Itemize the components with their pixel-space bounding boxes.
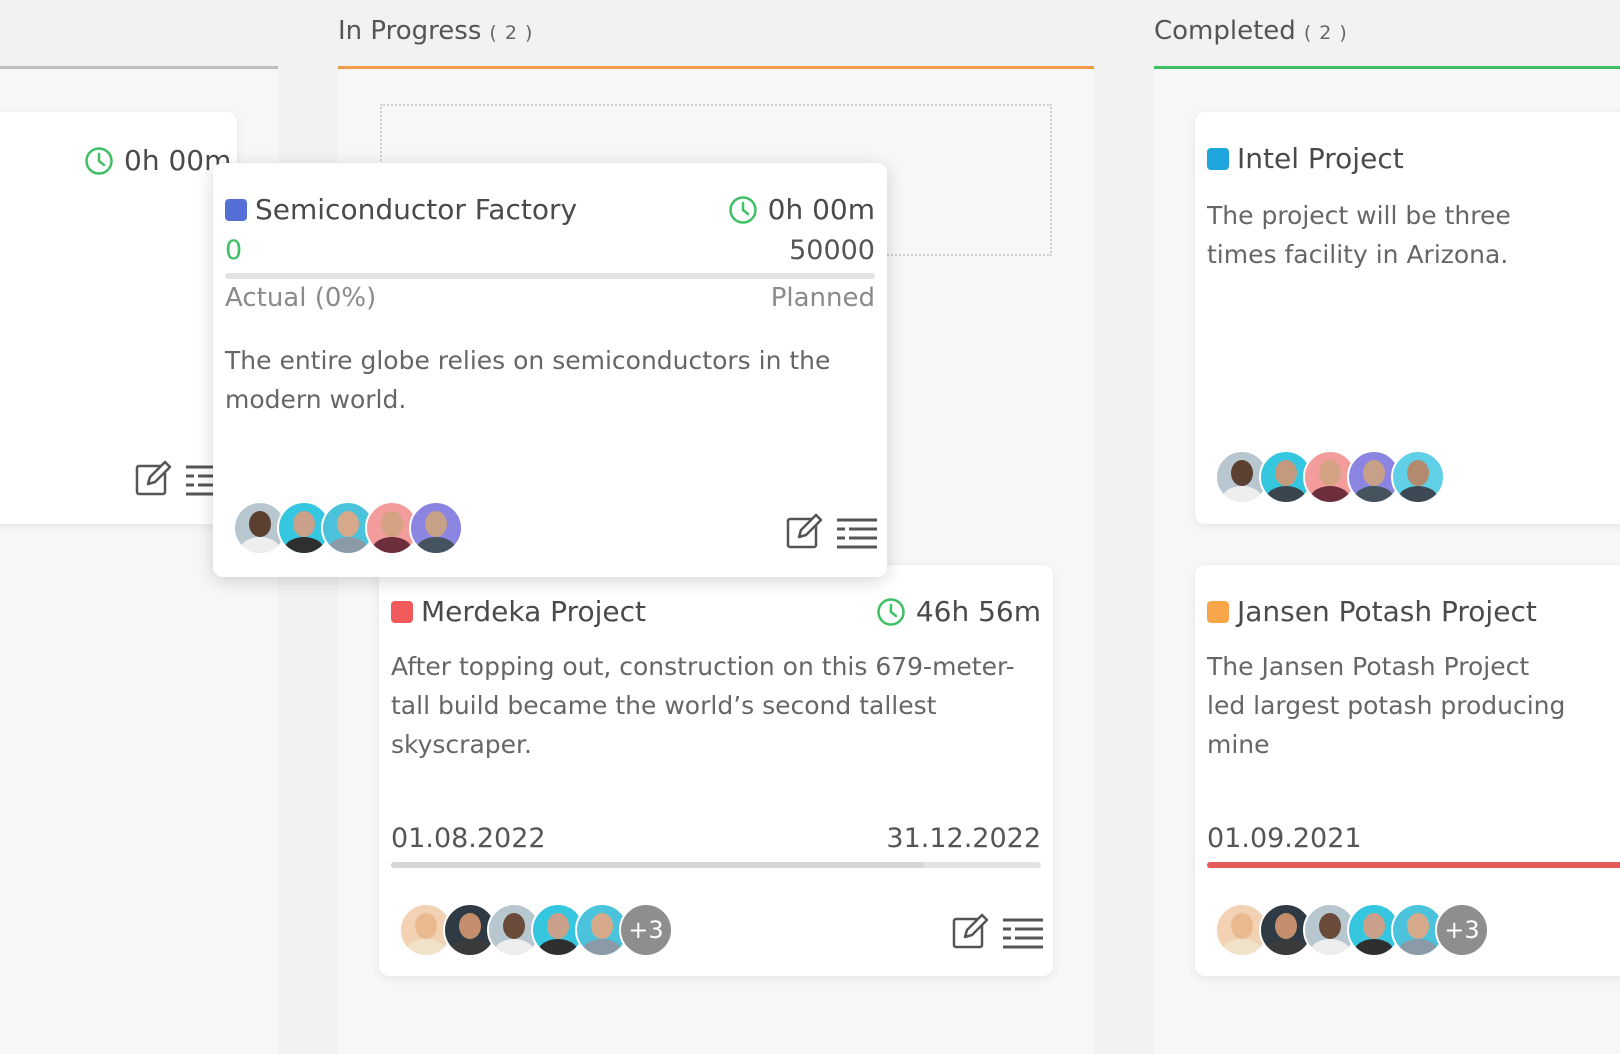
card-title: Merdeka Project (391, 595, 646, 628)
clock-icon (85, 147, 113, 175)
timeline-bar (391, 862, 1041, 868)
project-color-swatch (391, 601, 413, 623)
column-title: Completed (1154, 16, 1296, 46)
column-underline-completed (1154, 66, 1620, 69)
column-header-completed: Completed ( 2 ) (1154, 16, 1348, 68)
column-count: ( 2 ) (489, 22, 534, 44)
clock-icon (728, 196, 757, 224)
avatar[interactable] (1391, 450, 1445, 504)
budget-bar (225, 273, 875, 279)
card-description: The project will be three times facility… (1207, 201, 1511, 269)
edit-icon[interactable] (134, 460, 172, 498)
project-card-dragging[interactable]: Semiconductor Factory 0h 00m 0 50000 Act… (213, 163, 887, 577)
avatar[interactable] (409, 501, 463, 555)
project-color-swatch (1207, 601, 1229, 623)
timeline-fill (1207, 862, 1620, 868)
assignee-avatars (233, 501, 493, 557)
list-icon[interactable] (1003, 917, 1043, 951)
assignee-avatars: +3 (1215, 903, 1515, 959)
timeline-fill (391, 862, 924, 868)
list-icon[interactable] (837, 517, 877, 551)
planned-value: 50000 (789, 235, 875, 266)
column-count: ( 2 ) (1303, 22, 1348, 44)
start-date: 01.08.2022 (391, 823, 546, 854)
column-underline-in-progress (338, 66, 1094, 69)
project-card-intel[interactable]: Intel Project The project will be three … (1195, 112, 1620, 524)
timeline-bar (1207, 862, 1620, 868)
card-title: Jansen Potash Project (1207, 595, 1537, 628)
project-card-left[interactable]: 0h 00m (0, 112, 237, 524)
time-tracked: 0h 00m (84, 144, 231, 177)
assignee-avatars: +3 (399, 903, 699, 959)
card-description: The Jansen Potash Project led largest po… (1207, 652, 1566, 759)
start-date: 01.09.2021 (1207, 823, 1362, 854)
time-tracked: 0h 00m (728, 193, 875, 226)
card-title: Intel Project (1207, 142, 1404, 175)
actual-value: 0 (225, 235, 243, 266)
more-assignees-badge[interactable]: +3 (619, 903, 673, 957)
edit-icon[interactable] (785, 513, 823, 551)
edit-icon[interactable] (951, 913, 989, 951)
card-description: After topping out, construction on this … (391, 652, 1015, 759)
column-title: In Progress (338, 16, 482, 46)
project-card-jansen[interactable]: Jansen Potash Project The Jansen Potash … (1195, 565, 1620, 976)
more-assignees-badge[interactable]: +3 (1435, 903, 1489, 957)
time-tracked: 46h 56m (876, 595, 1041, 628)
end-date: 31.12.2022 (886, 823, 1041, 854)
project-card-merdeka[interactable]: Merdeka Project 46h 56m After topping ou… (379, 565, 1053, 976)
column-header-in-progress: In Progress ( 2 ) (338, 16, 533, 68)
project-color-swatch (225, 199, 247, 221)
column-underline-left (0, 66, 278, 69)
assignee-avatars (1215, 450, 1475, 506)
planned-label: Planned (770, 283, 875, 313)
project-color-swatch (1207, 148, 1229, 170)
actual-label: Actual (0%) (225, 283, 377, 313)
card-description: The entire globe relies on semiconductor… (225, 346, 831, 414)
clock-icon (877, 598, 905, 626)
card-title: Semiconductor Factory (225, 193, 577, 226)
